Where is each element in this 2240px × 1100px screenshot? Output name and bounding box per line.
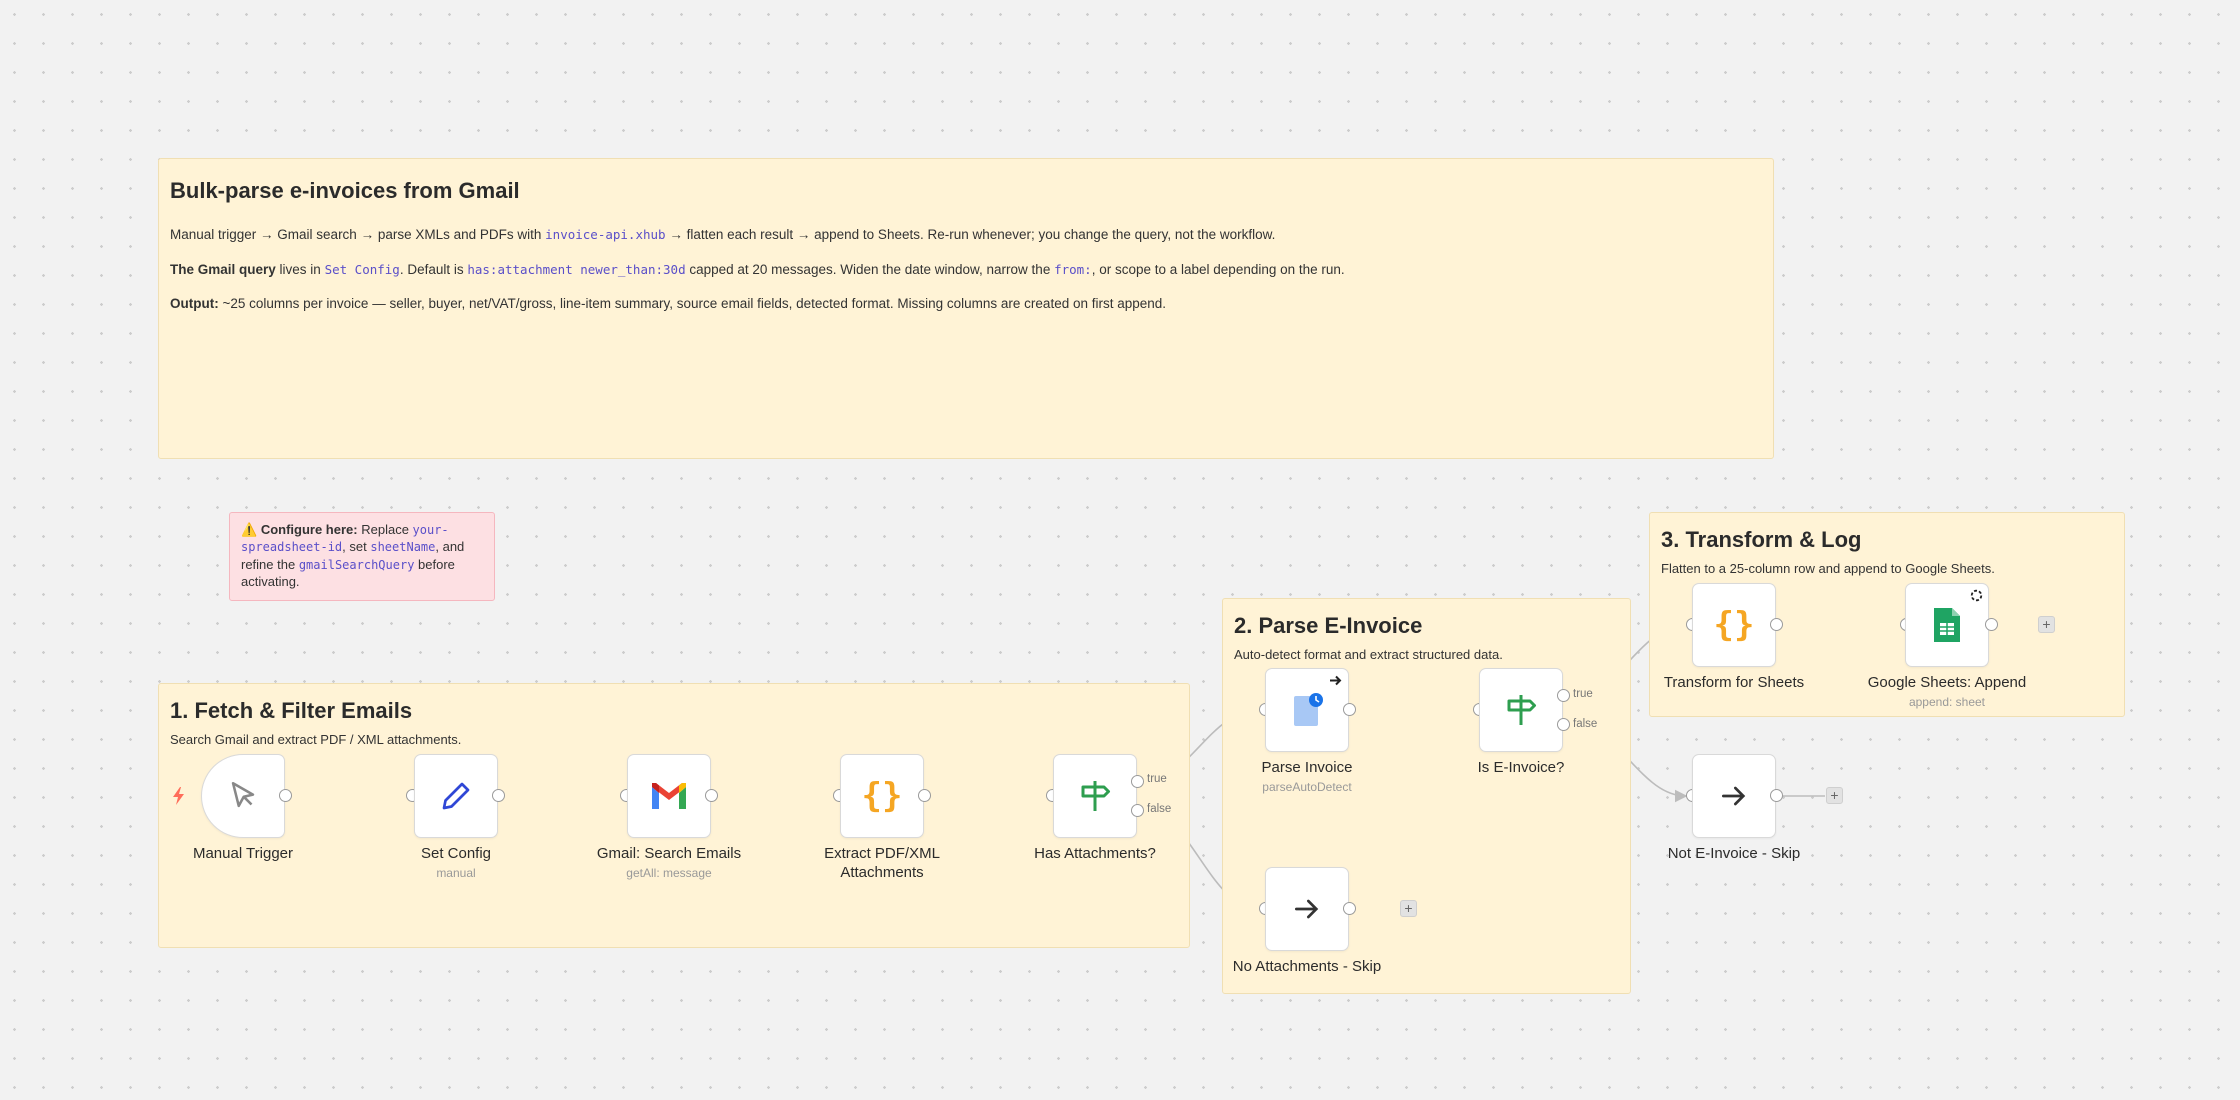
node-not-einvoice-skip[interactable] bbox=[1692, 754, 1776, 838]
node-label: Is E-Invoice? bbox=[1477, 759, 1565, 776]
node-gmail-search[interactable] bbox=[627, 754, 711, 838]
intro-title: Bulk-parse e-invoices from Gmail bbox=[170, 178, 520, 203]
branch-label-false: false bbox=[1147, 803, 1172, 815]
output-handle[interactable] bbox=[705, 789, 718, 802]
section-title: 1. Fetch & Filter Emails bbox=[170, 698, 413, 723]
node-label: Set Config bbox=[420, 845, 492, 862]
output-handle[interactable] bbox=[1770, 789, 1783, 802]
google-sheets-icon bbox=[1934, 608, 1960, 642]
signpost-icon bbox=[1507, 695, 1536, 725]
node-subtitle: append: sheet bbox=[1908, 695, 1986, 709]
branch-label-true: true bbox=[1573, 688, 1593, 700]
branch-label-false: false bbox=[1573, 718, 1598, 730]
node-label: Gmail: Search Emails bbox=[596, 845, 742, 862]
activity-indicator-icon bbox=[1970, 589, 1983, 602]
intro-note[interactable]: Bulk-parse e-invoices from Gmail Manual … bbox=[158, 158, 1774, 459]
node-is-einvoice[interactable] bbox=[1479, 668, 1563, 752]
arrow-right-icon bbox=[1722, 786, 1746, 806]
arrow-right-icon bbox=[1295, 899, 1319, 919]
output-handle-true[interactable] bbox=[1131, 775, 1144, 788]
node-label: Manual Trigger bbox=[192, 845, 294, 862]
intro-line-3: Output: ~25 columns per invoice — seller… bbox=[170, 296, 1167, 312]
section-desc: Flatten to a 25-column row and append to… bbox=[1661, 561, 1995, 576]
document-icon bbox=[1294, 693, 1323, 726]
output-handle-false[interactable] bbox=[1131, 804, 1144, 817]
node-google-sheets-append[interactable] bbox=[1905, 583, 1989, 667]
trigger-bolt-icon bbox=[173, 787, 184, 805]
section-title: 3. Transform & Log bbox=[1661, 527, 1862, 552]
node-label: Has Attachments? bbox=[1034, 845, 1156, 862]
output-handle[interactable] bbox=[1343, 703, 1356, 716]
node-label: Transform for Sheets bbox=[1663, 674, 1805, 691]
node-has-attachments[interactable] bbox=[1053, 754, 1137, 838]
node-subtitle: getAll: message bbox=[626, 866, 712, 880]
braces-icon: {} bbox=[1713, 605, 1755, 645]
output-handle[interactable] bbox=[1343, 902, 1356, 915]
warning-icon: ⚠️ bbox=[241, 522, 258, 537]
node-label: Not E-Invoice - Skip bbox=[1667, 845, 1801, 862]
gmail-icon bbox=[652, 783, 686, 809]
braces-icon: {} bbox=[861, 776, 903, 816]
output-handle[interactable] bbox=[492, 789, 505, 802]
intro-line-1: Manual trigger → Gmail search → parse XM… bbox=[170, 227, 1276, 242]
pencil-icon bbox=[442, 782, 470, 810]
section-desc: Search Gmail and extract PDF / XML attac… bbox=[170, 732, 462, 747]
node-no-attachments-skip[interactable] bbox=[1265, 867, 1349, 951]
node-subtitle: manual bbox=[436, 866, 476, 880]
node-parse-invoice[interactable] bbox=[1265, 668, 1349, 752]
section-desc: Auto-detect format and extract structure… bbox=[1234, 647, 1503, 662]
branch-label-true: true bbox=[1147, 773, 1167, 785]
node-subtitle: parseAutoDetect bbox=[1262, 780, 1352, 794]
node-transform-sheets[interactable]: {} bbox=[1692, 583, 1776, 667]
add-node-button[interactable]: + bbox=[2038, 616, 2055, 633]
signpost-icon bbox=[1081, 781, 1110, 811]
output-handle-false[interactable] bbox=[1557, 718, 1570, 731]
external-arrow-icon bbox=[1330, 675, 1342, 686]
node-manual-trigger[interactable] bbox=[201, 754, 285, 838]
intro-line-2: The Gmail query lives in Set Config. Def… bbox=[170, 261, 1345, 277]
cursor-icon bbox=[231, 781, 255, 808]
node-label: Parse Invoice bbox=[1261, 759, 1353, 776]
node-label: Extract PDF/XML Attachments bbox=[824, 845, 940, 881]
node-set-config[interactable] bbox=[414, 754, 498, 838]
node-label: No Attachments - Skip bbox=[1232, 958, 1382, 975]
output-handle[interactable] bbox=[279, 789, 292, 802]
section-title: 2. Parse E-Invoice bbox=[1234, 613, 1423, 638]
output-handle-true[interactable] bbox=[1557, 689, 1570, 702]
add-node-button[interactable]: + bbox=[1826, 787, 1843, 804]
node-label: Google Sheets: Append bbox=[1867, 674, 2027, 691]
warning-bold: Configure here: bbox=[260, 522, 358, 537]
configure-warning-note[interactable]: ⚠️ Configure here: Replace your-spreadsh… bbox=[229, 512, 495, 601]
node-extract-attachments[interactable]: {} bbox=[840, 754, 924, 838]
add-node-button[interactable]: + bbox=[1400, 900, 1417, 917]
output-handle[interactable] bbox=[1985, 618, 1998, 631]
output-handle[interactable] bbox=[1770, 618, 1783, 631]
output-handle[interactable] bbox=[918, 789, 931, 802]
